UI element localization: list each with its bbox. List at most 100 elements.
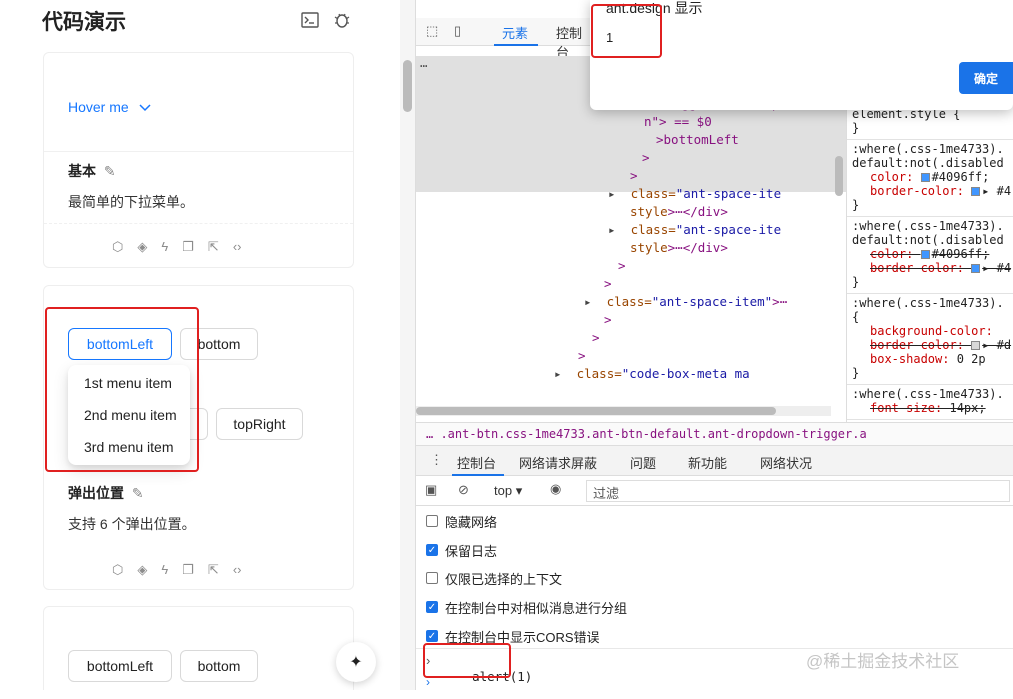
console-setting[interactable]: 隐藏网络 <box>426 512 497 530</box>
context-label: top <box>494 483 513 498</box>
stackblitz-icon[interactable]: ϟ <box>161 562 168 578</box>
style-rule[interactable]: :where(.css-1me4733). {background-color:… <box>847 294 1013 385</box>
dom-line[interactable]: ▸ class="ant-space-ite <box>608 186 781 201</box>
checkbox[interactable]: ✓ <box>426 630 438 642</box>
magic-wand-button[interactable]: ✦ <box>336 642 376 682</box>
divider <box>44 151 353 152</box>
context-selector[interactable]: top ▾ <box>494 483 522 499</box>
codesandbox-icon[interactable]: ⬡ <box>112 562 123 578</box>
checkbox[interactable]: ✓ <box>426 601 438 613</box>
console-setting[interactable]: 仅限已选择的上下文 <box>426 569 562 587</box>
clear-console-icon[interactable]: ⊘ <box>458 482 469 498</box>
bug-icon[interactable] <box>332 10 352 30</box>
dom-line[interactable]: > <box>642 150 650 165</box>
style-rule[interactable]: element.style {} <box>847 105 1013 140</box>
hover-me-label: Hover me <box>68 99 129 115</box>
dom-line[interactable]: ▸ class="ant-space-ite <box>608 222 781 237</box>
codesandbox-icon[interactable]: ⬡ <box>112 239 123 255</box>
device-toggle-icon[interactable]: ▯ <box>454 23 461 39</box>
dom-line[interactable]: > <box>604 276 612 291</box>
code-expand-icon[interactable]: ‹› <box>233 562 242 578</box>
topright-button[interactable]: topRight <box>216 408 303 440</box>
copy-icon[interactable]: ❐ <box>182 239 194 255</box>
h-scrollbar[interactable] <box>416 406 831 416</box>
drawer-tab-issues[interactable]: 问题 <box>630 453 656 472</box>
edit-icon[interactable]: ✎ <box>132 485 144 501</box>
page-scrollbar-thumb[interactable] <box>403 60 412 112</box>
dom-line[interactable]: style>⋯</div> <box>630 240 728 255</box>
bottom-button[interactable]: bottom <box>180 650 258 682</box>
style-declaration[interactable]: font-size: 14px; <box>852 401 1013 415</box>
edit-icon[interactable]: ✎ <box>104 163 116 179</box>
drawer-tab-network-blocking[interactable]: 网络请求屏蔽 <box>519 453 597 472</box>
bottomleft-button[interactable]: bottomLeft <box>68 650 172 682</box>
style-declaration[interactable]: border-color: ▸ #d <box>852 338 1013 352</box>
more-vertical-icon[interactable]: ⋮ <box>430 452 443 468</box>
chevron-down-icon <box>139 99 151 115</box>
code-toolbar: ⬡ ◈ ϟ ❐ ⇱ ‹› <box>112 562 241 578</box>
more-dots[interactable]: ⋯ <box>420 58 428 73</box>
dom-line[interactable]: n"> == $0 <box>644 114 712 129</box>
dom-line[interactable]: > <box>630 168 638 183</box>
style-declaration[interactable]: border-color: ▸ #4 <box>852 261 1013 275</box>
codepen-icon[interactable]: ◈ <box>137 239 147 255</box>
style-declaration[interactable]: border-color: ▸ #4 <box>852 184 1013 198</box>
style-selector: :where(.css-1me4733). <box>852 387 1004 401</box>
dom-line[interactable]: ▸ class="code-box-meta ma <box>554 366 750 381</box>
prompt-chevron-icon: › <box>426 675 430 689</box>
dom-line[interactable]: ▸ class="ant-space-item">⋯ <box>584 294 787 309</box>
drawer-tab-whats-new[interactable]: 新功能 <box>688 453 727 472</box>
inspect-icon[interactable]: ⬚ <box>426 23 438 39</box>
open-external-icon[interactable]: ⇱ <box>208 562 219 578</box>
terminal-icon[interactable] <box>300 10 320 30</box>
checkbox[interactable] <box>426 515 438 527</box>
hover-me-link[interactable]: Hover me <box>68 99 151 115</box>
tab-elements[interactable]: 元素 <box>502 23 528 42</box>
demo-card-basic: Hover me 基本 ✎ 最简单的下拉菜单。 ⬡ ◈ ϟ ❐ ⇱ ‹› <box>43 52 354 268</box>
checkbox[interactable]: ✓ <box>426 544 438 556</box>
code-expand-icon[interactable]: ‹› <box>233 239 242 255</box>
style-rule[interactable]: :where(.css-1me4733). default:not(.disab… <box>847 217 1013 294</box>
checkbox[interactable] <box>426 572 438 584</box>
divider <box>44 223 353 224</box>
color-swatch[interactable] <box>971 187 981 196</box>
color-swatch[interactable] <box>920 250 930 259</box>
eye-icon[interactable]: ◉ <box>550 481 561 497</box>
style-declaration[interactable]: color: #4096ff; <box>852 170 1013 184</box>
drawer-tabbar: ⋮ 控制台 网络请求屏蔽 问题 新功能 网络状况 <box>416 446 1013 476</box>
dom-line[interactable]: > <box>592 330 600 345</box>
setting-label: 在控制台中对相似消息进行分组 <box>445 600 628 616</box>
dom-line[interactable]: style>⋯</div> <box>630 204 728 219</box>
copy-icon[interactable]: ❐ <box>182 562 194 578</box>
color-swatch[interactable] <box>971 264 981 273</box>
style-rule[interactable]: :where(.css-1me4733). font-size: 14px; <box>847 385 1013 420</box>
style-declaration[interactable]: box-shadow: 0 2p <box>852 352 1013 366</box>
basic-title-text: 基本 <box>68 163 96 179</box>
style-declaration[interactable]: color: #4096ff; <box>852 247 1013 261</box>
open-external-icon[interactable]: ⇱ <box>208 239 219 255</box>
color-swatch[interactable] <box>971 341 981 350</box>
highlight-box <box>45 307 199 472</box>
placement-title-text: 弹出位置 <box>68 485 124 501</box>
style-declaration[interactable]: background-color: <box>852 324 1013 338</box>
sidebar-toggle-icon[interactable]: ▣ <box>425 482 437 498</box>
drawer-tab-console[interactable]: 控制台 <box>457 453 496 472</box>
dom-line[interactable]: >bottomLeft <box>656 132 739 147</box>
console-setting[interactable]: ✓ 保留日志 <box>426 541 497 559</box>
demo-card-arrow: bottomLeft bottom <box>43 606 354 690</box>
filter-input[interactable]: 过滤 <box>586 480 1010 502</box>
dom-breadcrumb[interactable]: … .ant-btn.css-1me4733.ant-btn-default.a… <box>416 422 1013 446</box>
v-scrollbar-thumb[interactable] <box>835 156 843 196</box>
color-swatch[interactable] <box>920 173 930 182</box>
style-rule[interactable]: :where(.css-1me4733). default:not(.disab… <box>847 140 1013 217</box>
h-scrollbar-thumb[interactable] <box>416 407 776 415</box>
dom-line[interactable]: > <box>604 312 612 327</box>
placement-desc: 支持 6 个弹出位置。 <box>68 516 196 532</box>
stackblitz-icon[interactable]: ϟ <box>161 239 168 255</box>
codepen-icon[interactable]: ◈ <box>137 562 147 578</box>
dom-line[interactable]: > <box>618 258 626 273</box>
drawer-tab-network-conditions[interactable]: 网络状况 <box>760 453 812 472</box>
ok-button[interactable]: 确定 <box>959 62 1013 94</box>
console-setting[interactable]: ✓ 在控制台中对相似消息进行分组 <box>426 598 627 616</box>
dom-line[interactable]: > <box>578 348 586 363</box>
